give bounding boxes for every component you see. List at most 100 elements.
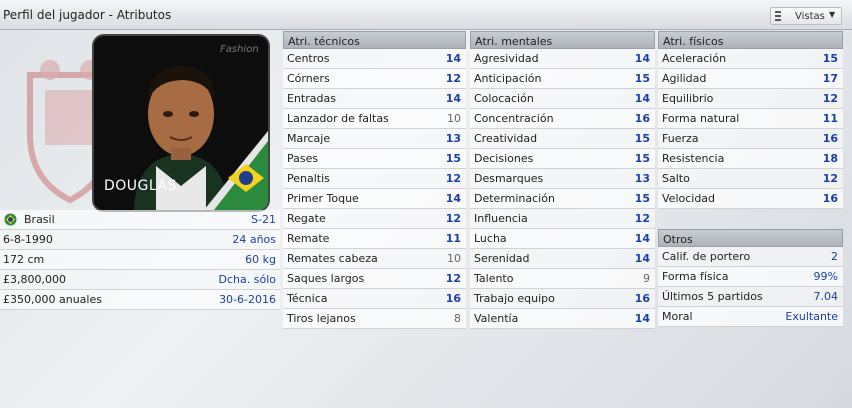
attribute-row[interactable]: Serenidad 14	[470, 249, 655, 269]
attribute-value: 8	[454, 312, 461, 325]
attribute-value: 12	[445, 72, 461, 85]
attribute-row[interactable]: Entradas 14	[283, 89, 466, 109]
attribute-row[interactable]: Últimos 5 partidos 7.04	[658, 287, 843, 307]
attribute-row[interactable]: Agilidad 17	[658, 69, 843, 89]
attribute-row[interactable]: Valentía 14	[470, 309, 655, 329]
attribute-row[interactable]: Talento 9	[470, 269, 655, 289]
attribute-row[interactable]: Aceleración 15	[658, 49, 843, 69]
attribute-name: Técnica	[287, 292, 328, 305]
attribute-value: 14	[634, 52, 650, 65]
attribute-row[interactable]: Centros 14	[283, 49, 466, 69]
attribute-row[interactable]: Velocidad 16	[658, 189, 843, 209]
attribute-value: 10	[447, 112, 461, 125]
attribute-name: Desmarques	[474, 172, 544, 185]
attribute-name: Primer Toque	[287, 192, 359, 205]
panel-header-fisicos[interactable]: Atri. físicos	[658, 31, 843, 49]
attribute-row[interactable]: Primer Toque 14	[283, 189, 466, 209]
attribute-name: Lucha	[474, 232, 507, 245]
attribute-value: 15	[822, 52, 838, 65]
panel-mentales: Atri. mentales Agresividad 14 Anticipación…	[470, 31, 655, 329]
player-info-list: Brasil S-21 6-8-1990 24 años 172 cm 60 k…	[0, 210, 280, 310]
attribute-value: 16	[822, 192, 838, 205]
attribute-row[interactable]: Saques largos 12	[283, 269, 466, 289]
attribute-value: 99%	[813, 270, 838, 283]
info-left: 6-8-1990	[3, 233, 53, 246]
info-right: 30-6-2016	[219, 293, 276, 306]
attribute-row[interactable]: Determinación 15	[470, 189, 655, 209]
vistas-dropdown[interactable]: Vistas ▼	[770, 7, 842, 25]
attribute-name: Tiros lejanos	[287, 312, 356, 325]
attribute-row[interactable]: Colocación 14	[470, 89, 655, 109]
attribute-row[interactable]: Influencia 12	[470, 209, 655, 229]
photo-tag: Fashion	[220, 44, 259, 55]
attribute-value: 12	[634, 212, 650, 225]
attribute-name: Regate	[287, 212, 326, 225]
attribute-row[interactable]: Forma natural 11	[658, 109, 843, 129]
attribute-row[interactable]: Calif. de portero 2	[658, 247, 843, 267]
attribute-row[interactable]: Creatividad 15	[470, 129, 655, 149]
attribute-value: Exultante	[785, 310, 838, 323]
attribute-name: Entradas	[287, 92, 336, 105]
attribute-name: Forma física	[662, 270, 729, 283]
panel-header-mentales[interactable]: Atri. mentales	[470, 31, 655, 49]
info-right-link[interactable]: S-21	[251, 213, 276, 226]
attribute-name: Influencia	[474, 212, 528, 225]
attribute-name: Penaltis	[287, 172, 330, 185]
attribute-value: 12	[822, 92, 838, 105]
attribute-row[interactable]: Concentración 16	[470, 109, 655, 129]
info-row-birthdate: 6-8-1990 24 años	[0, 230, 280, 250]
attribute-row[interactable]: Equilibrio 12	[658, 89, 843, 109]
attribute-row[interactable]: Salto 12	[658, 169, 843, 189]
attribute-name: Colocación	[474, 92, 534, 105]
attribute-row[interactable]: Remates cabeza 10	[283, 249, 466, 269]
attribute-row[interactable]: Agresividad 14	[470, 49, 655, 69]
attribute-row[interactable]: Lanzador de faltas 10	[283, 109, 466, 129]
attribute-value: 12	[445, 272, 461, 285]
attribute-name: Equilibrio	[662, 92, 714, 105]
attribute-row[interactable]: Resistencia 18	[658, 149, 843, 169]
attribute-name: Saques largos	[287, 272, 365, 285]
attribute-name: Fuerza	[662, 132, 699, 145]
attribute-name: Centros	[287, 52, 330, 65]
attribute-row[interactable]: Penaltis 12	[283, 169, 466, 189]
attribute-row[interactable]: Forma física 99%	[658, 267, 843, 287]
attribute-value: 15	[634, 72, 650, 85]
attribute-row[interactable]: Marcaje 13	[283, 129, 466, 149]
attribute-name: Moral	[662, 310, 693, 323]
attribute-name: Remate	[287, 232, 330, 245]
attribute-value: 2	[831, 250, 838, 263]
attribute-row[interactable]: Anticipación 15	[470, 69, 655, 89]
attribute-name: Determinación	[474, 192, 555, 205]
list-icon	[775, 11, 781, 21]
panel-header-label: Atri. físicos	[663, 35, 724, 48]
info-left: 172 cm	[3, 253, 45, 266]
panel-header-tecnicos[interactable]: Atri. técnicos	[283, 31, 466, 49]
attribute-row[interactable]: Remate 11	[283, 229, 466, 249]
attribute-value: 9	[643, 272, 650, 285]
panel-header-otros[interactable]: Otros	[658, 229, 843, 247]
attribute-value: 13	[634, 172, 650, 185]
attribute-row[interactable]: Técnica 16	[283, 289, 466, 309]
attribute-row[interactable]: Trabajo equipo 16	[470, 289, 655, 309]
info-left: £350,000 anuales	[3, 293, 102, 306]
attribute-name: Creatividad	[474, 132, 538, 145]
attribute-name: Concentración	[474, 112, 554, 125]
attribute-name: Velocidad	[662, 192, 716, 205]
attribute-row[interactable]: Desmarques 13	[470, 169, 655, 189]
page-title: Perfil del jugador - Atributos	[3, 8, 172, 22]
attribute-row[interactable]: Decisiones 15	[470, 149, 655, 169]
panel-fisicos: Atri. físicos Aceleración 15 Agilidad 17 Equ…	[658, 31, 843, 327]
attribute-name: Calif. de portero	[662, 250, 751, 263]
attribute-row[interactable]: Fuerza 16	[658, 129, 843, 149]
attribute-row[interactable]: Pases 15	[283, 149, 466, 169]
attribute-row[interactable]: Lucha 14	[470, 229, 655, 249]
attribute-name: Remates cabeza	[287, 252, 378, 265]
attribute-row[interactable]: Córners 12	[283, 69, 466, 89]
attribute-row[interactable]: Moral Exultante	[658, 307, 843, 327]
attribute-value: 18	[822, 152, 838, 165]
attribute-value: 14	[634, 232, 650, 245]
attribute-row[interactable]: Tiros lejanos 8	[283, 309, 466, 329]
attribute-row[interactable]: Regate 12	[283, 209, 466, 229]
attribute-name: Trabajo equipo	[474, 292, 555, 305]
attribute-name: Córners	[287, 72, 330, 85]
